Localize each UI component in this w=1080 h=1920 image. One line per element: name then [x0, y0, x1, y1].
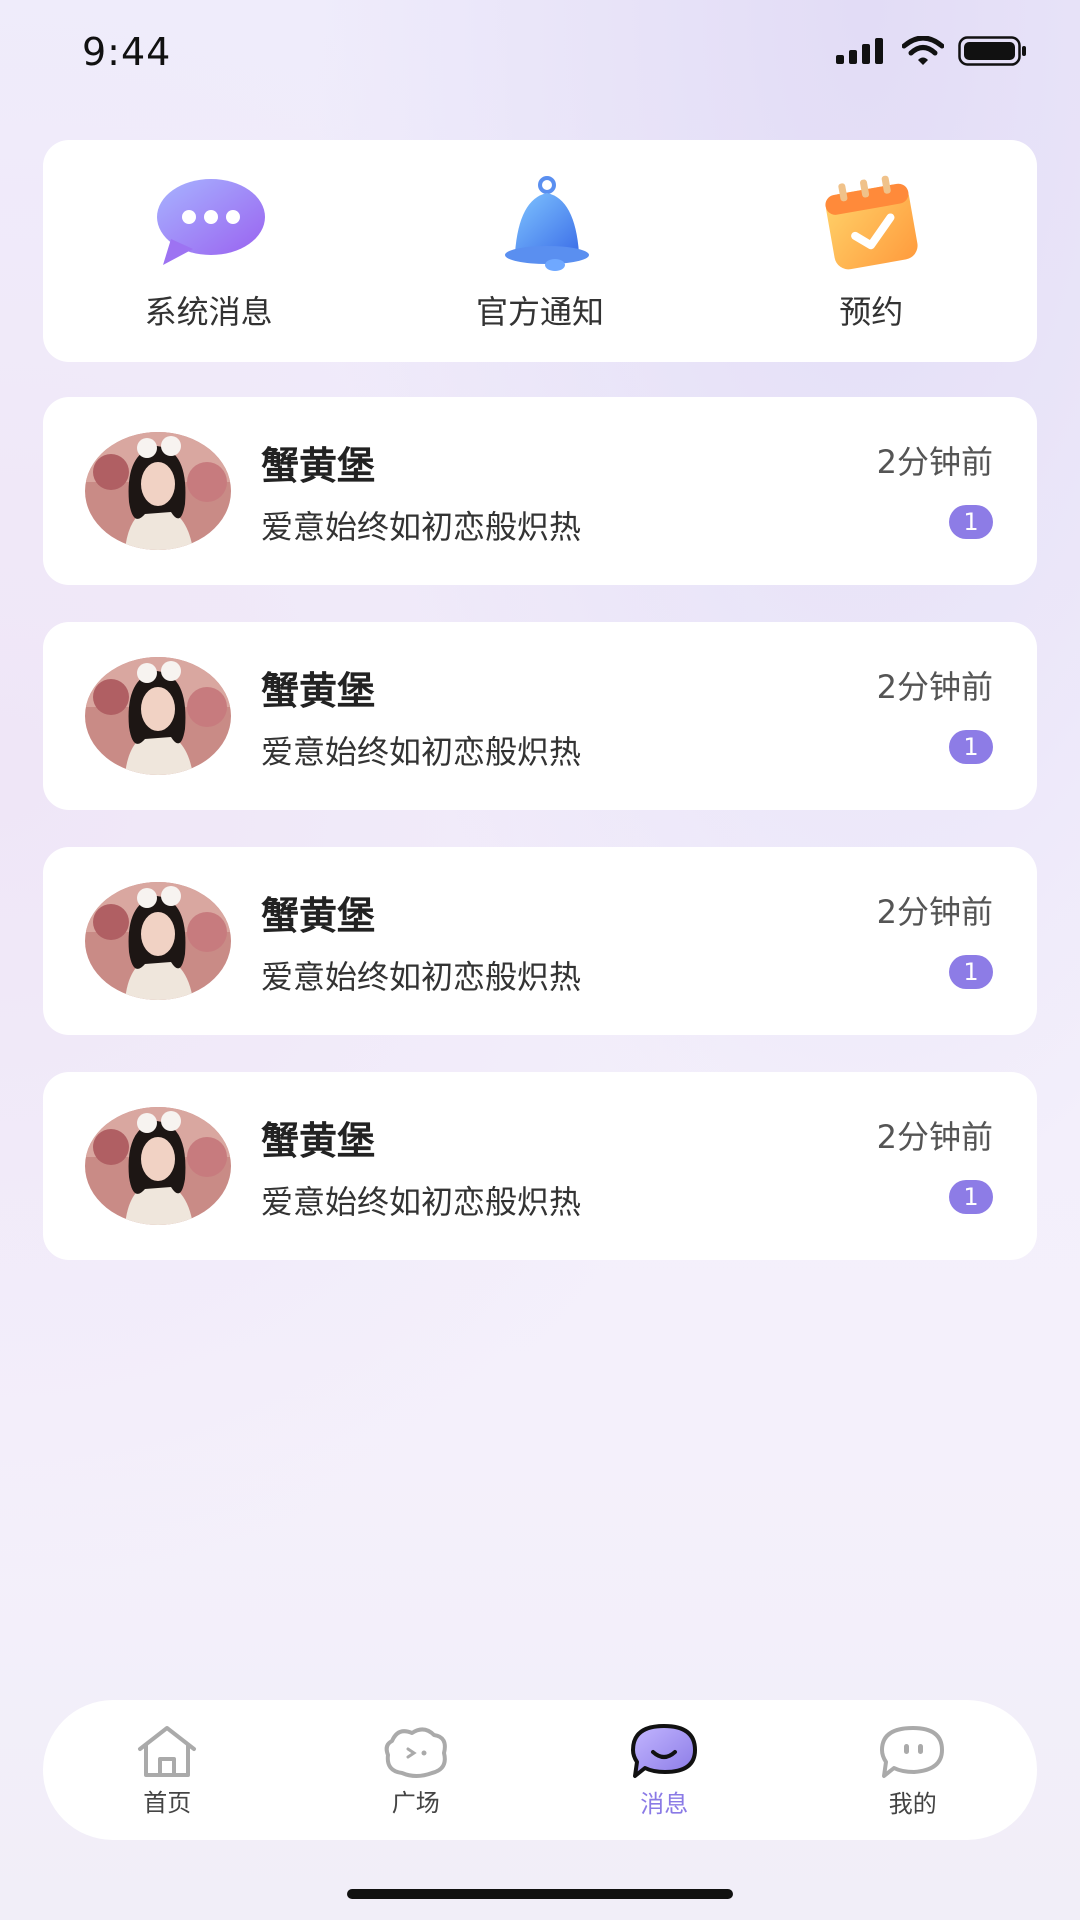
calendar-check-icon — [811, 169, 931, 277]
unread-badge: 1 — [949, 955, 993, 989]
signal-icon — [836, 38, 883, 64]
bell-icon — [480, 169, 600, 277]
quick-entry-official-notice[interactable]: 官方通知 — [410, 169, 670, 333]
tab-label: 我的 — [888, 1789, 937, 1818]
quick-entry-card: 系统消息 官方通知 预约 — [43, 140, 1037, 362]
unread-badge: 1 — [949, 1180, 993, 1214]
message-preview: 爱意始终如初恋般炽热 — [261, 1183, 582, 1221]
avatar — [85, 882, 231, 1000]
chat-bubble-icon — [149, 169, 269, 277]
quick-entry-label: 预约 — [839, 293, 904, 331]
contact-name: 蟹黄堡 — [261, 1119, 376, 1163]
contact-name: 蟹黄堡 — [261, 444, 376, 488]
tab-home[interactable]: 首页 — [67, 1723, 267, 1818]
message-time: 2分钟前 — [876, 893, 993, 931]
status-time: 9:44 — [82, 30, 172, 74]
quick-entry-label: 官方通知 — [475, 293, 604, 331]
contact-name: 蟹黄堡 — [261, 669, 376, 713]
battery-icon — [958, 36, 1026, 66]
tab-label: 广场 — [391, 1788, 440, 1817]
unread-badge: 1 — [949, 730, 993, 764]
plaza-icon — [384, 1727, 447, 1778]
message-row[interactable]: 蟹黄堡 爱意始终如初恋般炽热 2分钟前 1 — [43, 1072, 1037, 1260]
quick-entry-appointment[interactable]: 预约 — [741, 169, 1001, 333]
message-row[interactable]: 蟹黄堡 爱意始终如初恋般炽热 2分钟前 1 — [43, 847, 1037, 1035]
message-time: 2分钟前 — [876, 443, 993, 481]
message-preview: 爱意始终如初恋般炽热 — [261, 958, 582, 996]
message-preview: 爱意始终如初恋般炽热 — [261, 733, 582, 771]
avatar — [85, 657, 231, 775]
bottom-tab-bar: 首页 广场 消息 我的 — [43, 1700, 1037, 1840]
tab-plaza[interactable]: 广场 — [316, 1723, 516, 1818]
message-time: 2分钟前 — [876, 668, 993, 706]
quick-entry-label: 系统消息 — [144, 293, 273, 331]
message-icon — [631, 1723, 698, 1778]
message-row[interactable]: 蟹黄堡 爱意始终如初恋般炽热 2分钟前 1 — [43, 397, 1037, 585]
avatar — [85, 1107, 231, 1225]
wifi-icon — [902, 36, 944, 65]
message-preview: 爱意始终如初恋般炽热 — [261, 508, 582, 546]
message-row[interactable]: 蟹黄堡 爱意始终如初恋般炽热 2分钟前 1 — [43, 622, 1037, 810]
tab-label: 消息 — [640, 1789, 689, 1818]
message-time: 2分钟前 — [876, 1118, 993, 1156]
tab-profile[interactable]: 我的 — [813, 1722, 1013, 1819]
home-indicator — [347, 1889, 733, 1899]
tab-label: 首页 — [143, 1788, 192, 1817]
status-icons — [836, 36, 1028, 66]
unread-badge: 1 — [949, 505, 993, 539]
tab-messages[interactable]: 消息 — [564, 1722, 764, 1819]
profile-icon — [879, 1725, 944, 1778]
home-icon — [138, 1725, 197, 1777]
avatar — [85, 432, 231, 550]
quick-entry-system-messages[interactable]: 系统消息 — [79, 169, 339, 333]
contact-name: 蟹黄堡 — [261, 894, 376, 938]
